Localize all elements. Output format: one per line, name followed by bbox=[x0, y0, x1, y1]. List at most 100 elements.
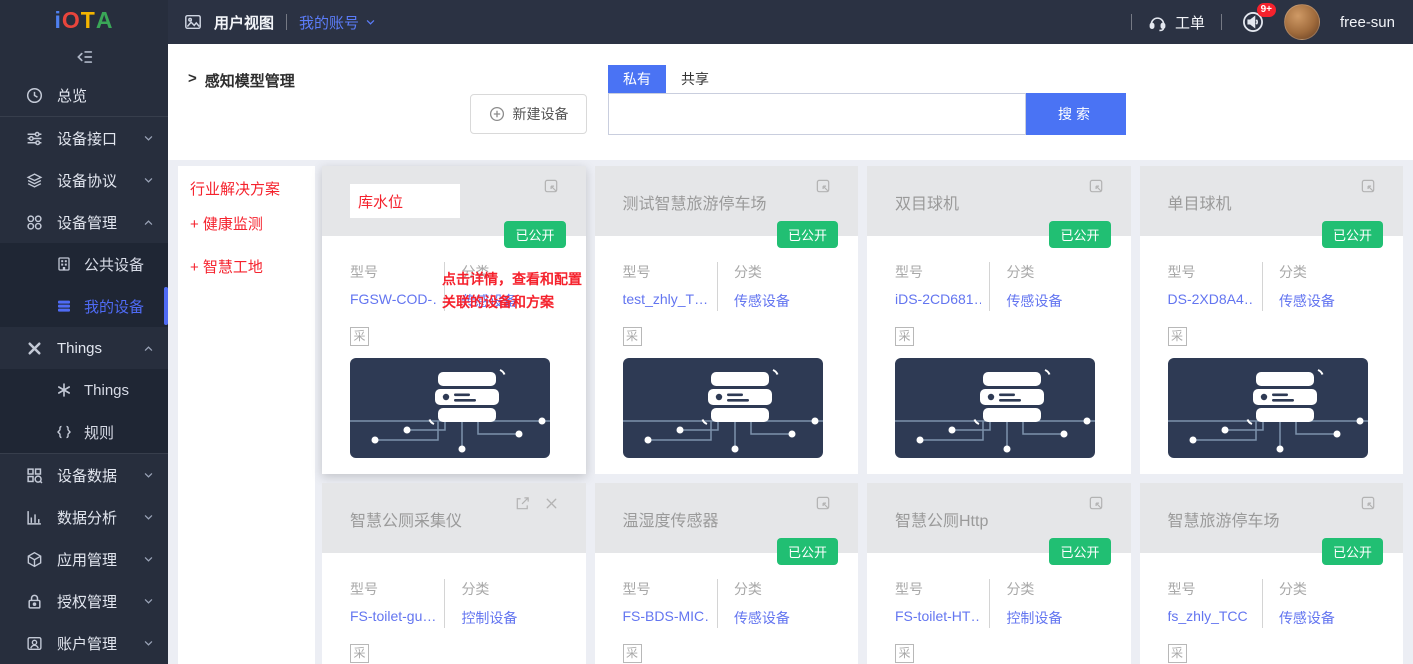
card-body: 型号 fs_zhly_TCC 分类 传感设备 采 bbox=[1140, 579, 1404, 664]
publish-cursor-icon[interactable] bbox=[1088, 178, 1105, 195]
breadcrumb: > 感知模型管理 bbox=[188, 70, 295, 91]
tab-private[interactable]: 私有 bbox=[608, 65, 666, 93]
sidebar-item-account-management[interactable]: 账户管理 bbox=[0, 622, 168, 664]
device-illustration bbox=[1168, 358, 1376, 458]
model-value[interactable]: test_zhly_T… bbox=[623, 291, 709, 307]
card-corner-actions bbox=[1088, 178, 1105, 195]
device-card[interactable]: 测试智慧旅游停车场 已公开 型号 test_zhly_T… bbox=[595, 166, 859, 474]
sidebar-item-label: 数据分析 bbox=[57, 507, 143, 528]
model-value[interactable]: FS-toilet-gu… bbox=[350, 608, 436, 624]
publish-cursor-icon[interactable] bbox=[815, 495, 832, 512]
logo-letter: O bbox=[62, 7, 81, 34]
publish-cursor-icon[interactable] bbox=[1088, 495, 1105, 512]
account-label: 我的账号 bbox=[299, 12, 359, 33]
category-value[interactable]: 传感设备 bbox=[1279, 608, 1335, 628]
category-label: 分类 bbox=[1006, 579, 1062, 599]
device-card[interactable]: 智慧旅游停车场 已公开 型号 fs_zhly_TCC bbox=[1140, 483, 1404, 664]
sidebar-item-device-protocol[interactable]: 设备协议 bbox=[0, 159, 168, 201]
sidebar-item-data-analysis[interactable]: 数据分析 bbox=[0, 496, 168, 538]
sidebar-item-device-interface[interactable]: 设备接口 bbox=[0, 117, 168, 159]
model-value[interactable]: FS-toilet-HT… bbox=[895, 608, 981, 624]
card-specs: 型号 FS-BDS-MIC… 分类 传感设备 bbox=[623, 579, 831, 628]
model-value[interactable]: FGSW-COD-… bbox=[350, 291, 436, 307]
picture-icon[interactable] bbox=[184, 13, 202, 31]
category-value[interactable]: 控制设备 bbox=[1006, 608, 1062, 628]
new-device-label: 新建设备 bbox=[513, 104, 569, 124]
sidebar-item-overview[interactable]: 总览 bbox=[0, 74, 168, 116]
search-input[interactable] bbox=[608, 93, 1026, 135]
card-title: 测试智慧旅游停车场 bbox=[623, 190, 831, 214]
account-dropdown[interactable]: 我的账号 bbox=[299, 12, 376, 33]
device-card[interactable]: 智慧公厕采集仪 型号 FS-toilet-gu… bbox=[322, 483, 586, 664]
publish-cursor-icon[interactable] bbox=[815, 178, 832, 195]
topbar: 用户视图 我的账号 工单 9+ free-sun bbox=[168, 0, 1413, 44]
model-label: 型号 bbox=[350, 262, 436, 282]
sidebar-item-device-management[interactable]: 设备管理 bbox=[0, 201, 168, 243]
category-label: 分类 bbox=[461, 579, 517, 599]
category-value[interactable]: 控制设备 bbox=[461, 608, 517, 628]
device-card[interactable]: 已公开 型号 FGSW-COD-… 分类 传感设备 bbox=[322, 166, 586, 474]
publish-cursor-icon[interactable] bbox=[1360, 495, 1377, 512]
sidebar-item-auth-management[interactable]: 授权管理 bbox=[0, 580, 168, 622]
chevron-up-icon bbox=[143, 217, 154, 228]
device-card[interactable]: 单目球机 已公开 型号 DS-2XD8A4… bbox=[1140, 166, 1404, 474]
category-value[interactable]: 传感设备 bbox=[734, 291, 790, 311]
card-header: 双目球机 已公开 bbox=[867, 166, 1131, 236]
card-hover-tooltip: 点击详情，查看和配置关联的设备和方案 bbox=[442, 268, 586, 314]
card-corner-actions bbox=[1088, 495, 1105, 512]
headset-icon bbox=[1148, 13, 1167, 32]
device-card[interactable]: 温湿度传感器 已公开 型号 FS-BDS-MIC… bbox=[595, 483, 859, 664]
tab-shared[interactable]: 共享 bbox=[666, 65, 724, 93]
sidebar-item-label: Things bbox=[84, 382, 129, 399]
sidebar-item-things[interactable]: Things bbox=[0, 327, 168, 369]
search-button[interactable]: 搜索 bbox=[1026, 93, 1126, 135]
collapse-sidebar-icon[interactable] bbox=[75, 48, 93, 66]
sidebar-item-things-child[interactable]: Things bbox=[0, 369, 168, 411]
share-icon[interactable] bbox=[514, 495, 531, 512]
category-value[interactable]: 传感设备 bbox=[734, 608, 790, 628]
device-card[interactable]: 双目球机 已公开 型号 iDS-2CD681… bbox=[867, 166, 1131, 474]
device-card[interactable]: 智慧公厕Http 已公开 型号 FS-toilet-HT… bbox=[867, 483, 1131, 664]
category-value[interactable]: 传感设备 bbox=[1279, 291, 1335, 311]
new-device-button[interactable]: 新建设备 bbox=[470, 94, 587, 134]
sidebar-item-rules[interactable]: 规则 bbox=[0, 411, 168, 453]
sidebar-item-label: 设备数据 bbox=[57, 465, 143, 486]
card-title-edit-input[interactable] bbox=[350, 184, 460, 218]
sidebar-item-app-management[interactable]: 应用管理 bbox=[0, 538, 168, 580]
card-body: 型号 iDS-2CD681… 分类 传感设备 采 bbox=[867, 262, 1131, 458]
publish-cursor-icon[interactable] bbox=[543, 178, 560, 195]
card-specs: 型号 iDS-2CD681… 分类 传感设备 bbox=[895, 262, 1103, 311]
chevron-down-icon bbox=[365, 17, 376, 28]
solution-item-site[interactable]: + 智慧工地 bbox=[190, 256, 303, 277]
card-specs: 型号 test_zhly_T… 分类 传感设备 bbox=[623, 262, 831, 311]
model-value[interactable]: DS-2XD8A4… bbox=[1168, 291, 1254, 307]
main-column: 用户视图 我的账号 工单 9+ free-sun bbox=[168, 0, 1413, 664]
ticket-button[interactable]: 工单 bbox=[1148, 12, 1205, 33]
notification-count-badge: 9+ bbox=[1257, 3, 1276, 17]
model-label: 型号 bbox=[895, 262, 981, 282]
category-value[interactable]: 传感设备 bbox=[1006, 291, 1062, 311]
category-column: 分类 传感设备 bbox=[718, 262, 790, 311]
device-management-submenu: 公共设备 我的设备 bbox=[0, 243, 168, 327]
sidebar-item-device-data[interactable]: 设备数据 bbox=[0, 454, 168, 496]
solutions-title: 行业解决方案 bbox=[190, 178, 303, 199]
model-value[interactable]: FS-BDS-MIC… bbox=[623, 608, 709, 624]
sidebar-item-label: 授权管理 bbox=[57, 591, 143, 612]
toolbar: > 感知模型管理 新建设备 私有 共享 搜索 bbox=[168, 44, 1413, 160]
notification-button[interactable]: 9+ bbox=[1238, 7, 1268, 37]
close-icon[interactable] bbox=[543, 495, 560, 512]
card-corner-actions bbox=[1360, 495, 1377, 512]
chevron-down-icon bbox=[143, 638, 154, 649]
model-column: 型号 iDS-2CD681… bbox=[895, 262, 990, 311]
model-column: 型号 FS-toilet-gu… bbox=[350, 579, 445, 628]
solution-item-health[interactable]: + 健康监测 bbox=[190, 213, 303, 234]
publish-cursor-icon[interactable] bbox=[1360, 178, 1377, 195]
chevron-down-icon bbox=[143, 596, 154, 607]
model-value[interactable]: fs_zhly_TCC bbox=[1168, 608, 1254, 624]
avatar[interactable] bbox=[1284, 4, 1320, 40]
sidebar-item-my-devices[interactable]: 我的设备 bbox=[0, 285, 168, 327]
sidebar-item-public-devices[interactable]: 公共设备 bbox=[0, 243, 168, 285]
model-value[interactable]: iDS-2CD681… bbox=[895, 291, 981, 307]
app-logo: i O T A bbox=[0, 0, 168, 41]
collect-tag: 采 bbox=[1168, 644, 1187, 663]
